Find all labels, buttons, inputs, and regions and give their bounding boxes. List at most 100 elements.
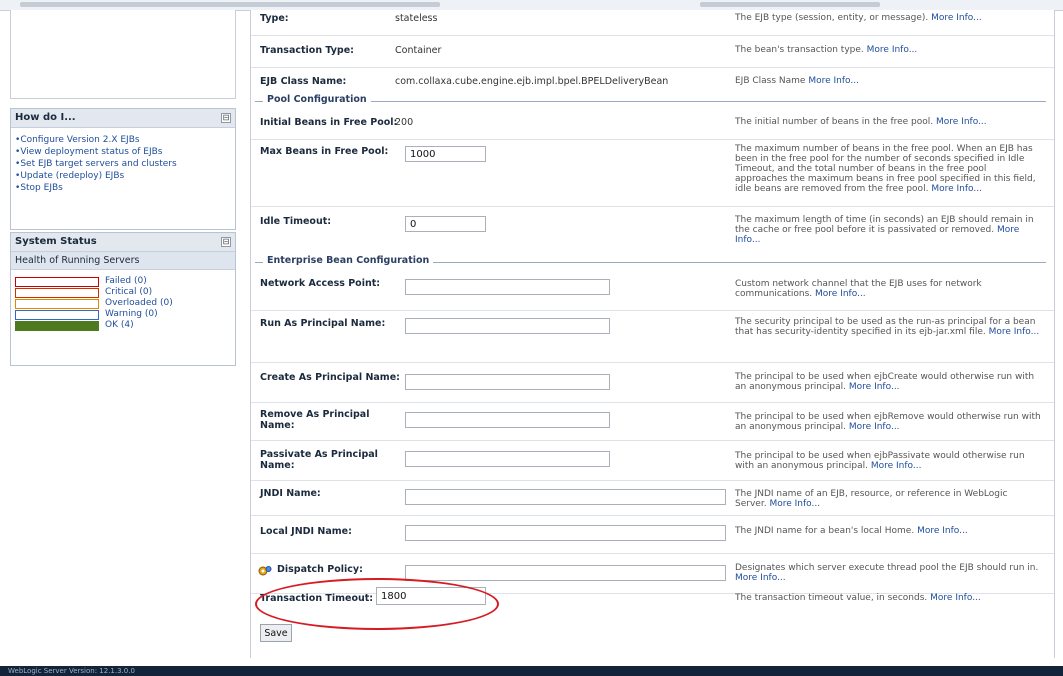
row-jndi-name: JNDI Name: The JNDI name of an EJB, reso…: [251, 480, 1054, 516]
field-description: Designates which server execute thread p…: [735, 563, 1039, 573]
field-label: Initial Beans in Free Pool:: [260, 117, 398, 128]
server-version: WebLogic Server Version: 12.1.3.0.0: [8, 667, 135, 675]
field-label: Run As Principal Name:: [260, 318, 386, 329]
field-label: EJB Class Name:: [260, 76, 347, 87]
gears-icon: [258, 566, 272, 576]
initial-beans-value: 200: [395, 117, 414, 128]
row-transaction-type: Transaction Type: Container The bean's t…: [251, 35, 1054, 68]
section-title: Pool Configuration: [263, 94, 371, 105]
field-label: Passivate As Principal Name:: [260, 449, 378, 471]
field-label: Type:: [260, 13, 289, 24]
health-bar-fill: [16, 322, 98, 330]
health-label[interactable]: Warning (0): [105, 309, 158, 319]
section-title: Enterprise Bean Configuration: [263, 255, 434, 266]
passivate-as-principal-input[interactable]: [405, 451, 610, 467]
more-info-link[interactable]: More Info...: [849, 382, 900, 392]
health-row: Critical (0): [15, 287, 235, 298]
how-do-i-link[interactable]: Stop EJBs: [15, 182, 235, 194]
how-do-i-link[interactable]: Set EJB target servers and clusters: [15, 158, 235, 170]
jndi-name-input[interactable]: [405, 489, 726, 505]
health-label[interactable]: Critical (0): [105, 287, 152, 297]
more-info-link[interactable]: More Info...: [989, 327, 1040, 337]
status-footer: WebLogic Server Version: 12.1.3.0.0: [0, 666, 1063, 676]
collapse-icon[interactable]: ⊟: [221, 113, 231, 123]
create-as-principal-input[interactable]: [405, 374, 610, 390]
ejb-configuration-form: Type: stateless The EJB type (session, e…: [250, 10, 1055, 658]
field-description: The bean's transaction type.: [735, 45, 864, 55]
more-info-link[interactable]: More Info...: [735, 573, 786, 583]
max-beans-input[interactable]: 1000: [405, 146, 486, 162]
row-create-as-principal: Create As Principal Name: The principal …: [251, 362, 1054, 403]
health-bar: [15, 310, 99, 320]
row-initial-beans: Initial Beans in Free Pool: 200 The init…: [251, 109, 1054, 140]
row-type: Type: stateless The EJB type (session, e…: [251, 10, 1054, 36]
row-network-access-point: Network Access Point: Custom network cha…: [251, 270, 1054, 311]
field-label: JNDI Name:: [260, 488, 321, 499]
field-label: Dispatch Policy:: [277, 564, 363, 575]
collapse-icon[interactable]: ⊟: [221, 237, 231, 247]
section-divider: [255, 101, 1046, 102]
row-run-as-principal: Run As Principal Name: The security prin…: [251, 310, 1054, 363]
change-center-panel: [10, 10, 236, 99]
field-label: Idle Timeout:: [260, 216, 332, 227]
field-label: Local JNDI Name:: [260, 526, 352, 537]
remove-as-principal-input[interactable]: [405, 412, 610, 428]
health-label[interactable]: Overloaded (0): [105, 298, 173, 308]
how-do-i-link[interactable]: Update (redeploy) EJBs: [15, 170, 235, 182]
more-info-link[interactable]: More Info...: [936, 117, 987, 127]
more-info-link[interactable]: More Info...: [931, 13, 982, 23]
field-description: The maximum number of beans in the free …: [735, 144, 1036, 194]
save-button[interactable]: Save: [260, 624, 292, 642]
field-description: The transaction timeout value, in second…: [735, 593, 928, 603]
more-info-link[interactable]: More Info...: [931, 184, 982, 194]
network-access-point-input[interactable]: [405, 279, 610, 295]
row-passivate-as-principal: Passivate As Principal Name: The princip…: [251, 440, 1054, 481]
field-description: The JNDI name for a bean's local Home.: [735, 526, 915, 536]
row-local-jndi-name: Local JNDI Name: The JNDI name for a bea…: [251, 515, 1054, 554]
health-row: Overloaded (0): [15, 298, 235, 309]
idle-timeout-input[interactable]: 0: [405, 216, 486, 232]
health-row: Failed (0): [15, 276, 235, 287]
address-bar[interactable]: [20, 2, 440, 7]
highlight-ellipse: [255, 578, 499, 630]
search-bar[interactable]: [700, 2, 880, 7]
transaction-type-value: Container: [395, 45, 442, 56]
field-label: Network Access Point:: [260, 278, 381, 289]
health-header: Health of Running Servers: [11, 252, 235, 270]
health-row: OK (4): [15, 320, 235, 331]
more-info-link[interactable]: More Info...: [769, 499, 820, 509]
field-description: The initial number of beans in the free …: [735, 117, 934, 127]
row-ejb-class-name: EJB Class Name: com.collaxa.cube.engine.…: [251, 67, 1054, 94]
field-description: EJB Class Name: [735, 76, 806, 86]
field-description: The EJB type (session, entity, or messag…: [735, 13, 929, 23]
row-max-beans: Max Beans in Free Pool: 1000 The maximum…: [251, 139, 1054, 207]
enterprise-bean-configuration-section: Enterprise Bean Configuration: [251, 255, 1054, 269]
health-label[interactable]: Failed (0): [105, 276, 147, 286]
health-row: Warning (0): [15, 309, 235, 320]
more-info-link[interactable]: More Info...: [808, 76, 859, 86]
dispatch-policy-input[interactable]: [405, 565, 726, 581]
health-label[interactable]: OK (4): [105, 320, 134, 330]
field-label: Create As Principal Name:: [260, 372, 400, 383]
field-label: Transaction Type:: [260, 45, 354, 56]
field-description: The maximum length of time (in seconds) …: [735, 215, 1034, 235]
how-do-i-link[interactable]: View deployment status of EJBs: [15, 146, 235, 158]
more-info-link[interactable]: More Info...: [917, 526, 968, 536]
field-label: Max Beans in Free Pool:: [260, 146, 389, 157]
type-value: stateless: [395, 13, 438, 24]
more-info-link[interactable]: More Info...: [849, 422, 900, 432]
more-info-link[interactable]: More Info...: [815, 289, 866, 299]
how-do-i-link[interactable]: Configure Version 2.X EJBs: [15, 134, 235, 146]
health-list: Failed (0) Critical (0) Overloaded (0) Warn…: [11, 276, 235, 331]
ejb-class-name-value: com.collaxa.cube.engine.ejb.impl.bpel.BP…: [395, 76, 669, 87]
run-as-principal-input[interactable]: [405, 318, 610, 334]
field-label: Remove As Principal Name:: [260, 409, 370, 431]
panel-title: System Status: [15, 236, 97, 247]
how-do-i-panel: How do I... ⊟ Configure Version 2.X EJBs…: [10, 108, 236, 230]
health-bar: [15, 277, 99, 287]
more-info-link[interactable]: More Info...: [867, 45, 918, 55]
more-info-link[interactable]: More Info...: [930, 593, 981, 603]
health-bar: [15, 288, 99, 298]
more-info-link[interactable]: More Info...: [871, 461, 922, 471]
local-jndi-name-input[interactable]: [405, 525, 726, 541]
